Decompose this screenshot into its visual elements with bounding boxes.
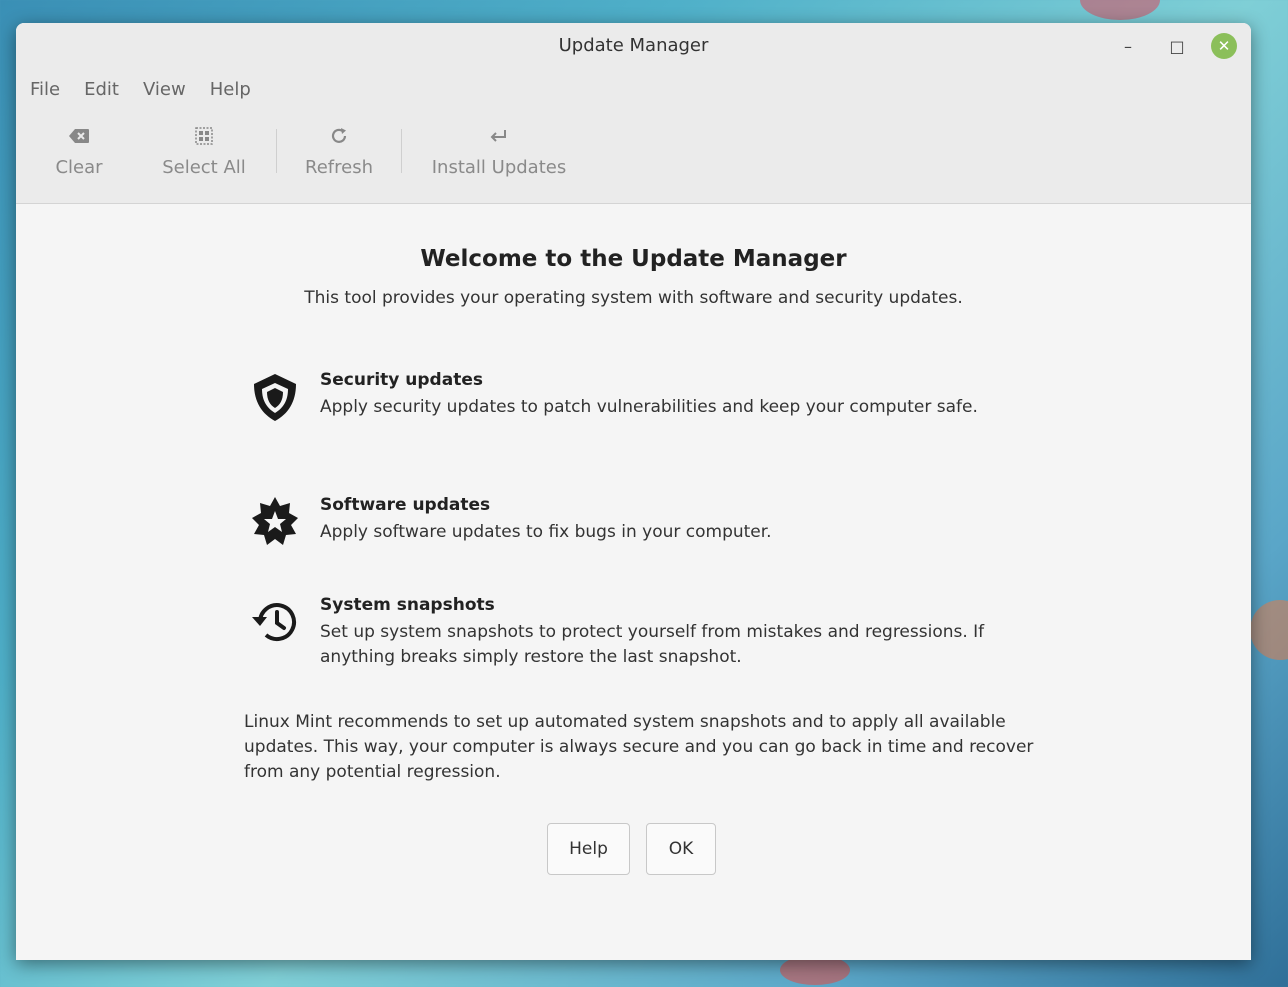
- menu-help[interactable]: Help: [208, 79, 263, 100]
- title-bar[interactable]: Update Manager – □ ✕: [16, 23, 1251, 69]
- feature-description: Apply security updates to patch vulnerab…: [320, 397, 978, 417]
- install-updates-label: Install Updates: [431, 157, 567, 178]
- feature-description: Set up system snapshots to protect yours…: [320, 622, 985, 667]
- menu-bar: File Edit View Help: [28, 79, 273, 100]
- toolbar: Clear Select All Refresh Install Updates: [38, 121, 584, 178]
- feature-title: Security updates: [320, 370, 483, 390]
- wallpaper-decoration: [1080, 0, 1160, 20]
- help-button[interactable]: Help: [547, 823, 630, 875]
- backspace-icon: [68, 121, 90, 151]
- close-button[interactable]: ✕: [1211, 33, 1237, 59]
- maximize-button[interactable]: □: [1164, 33, 1190, 59]
- welcome-subtitle: This tool provides your operating system…: [304, 288, 963, 308]
- menu-view[interactable]: View: [141, 79, 198, 100]
- header-bar: Update Manager – □ ✕ File Edit View Help…: [16, 23, 1251, 204]
- welcome-heading: Welcome to the Update Manager: [420, 246, 847, 272]
- clear-button[interactable]: Clear: [38, 121, 120, 178]
- select-all-label: Select All: [162, 157, 246, 178]
- recommendation-text: Linux Mint recommends to set up automate…: [244, 712, 1034, 782]
- install-updates-button[interactable]: Install Updates: [414, 121, 584, 178]
- ok-button[interactable]: OK: [646, 823, 716, 875]
- menu-edit[interactable]: Edit: [82, 79, 131, 100]
- refresh-icon: [329, 121, 349, 151]
- badge-star-icon: [248, 495, 302, 549]
- dialog-buttons: Help OK: [547, 823, 716, 875]
- history-icon: [248, 595, 302, 649]
- feature-title: Software updates: [320, 495, 491, 515]
- minimize-button[interactable]: –: [1115, 33, 1141, 59]
- toolbar-separator: [276, 129, 277, 173]
- select-all-icon: [195, 121, 213, 151]
- window-title: Update Manager: [558, 35, 709, 56]
- shield-icon: [248, 370, 302, 424]
- wallpaper-decoration: [1250, 600, 1288, 660]
- menu-file[interactable]: File: [28, 79, 72, 100]
- select-all-button[interactable]: Select All: [144, 121, 264, 178]
- update-manager-window: Update Manager – □ ✕ File Edit View Help…: [16, 23, 1251, 960]
- feature-description: Apply software updates to fix bugs in yo…: [320, 522, 772, 542]
- refresh-label: Refresh: [305, 157, 373, 178]
- return-arrow-icon: [489, 121, 509, 151]
- toolbar-separator: [401, 129, 402, 173]
- refresh-button[interactable]: Refresh: [289, 121, 389, 178]
- clear-label: Clear: [55, 157, 103, 178]
- feature-title: System snapshots: [320, 595, 495, 615]
